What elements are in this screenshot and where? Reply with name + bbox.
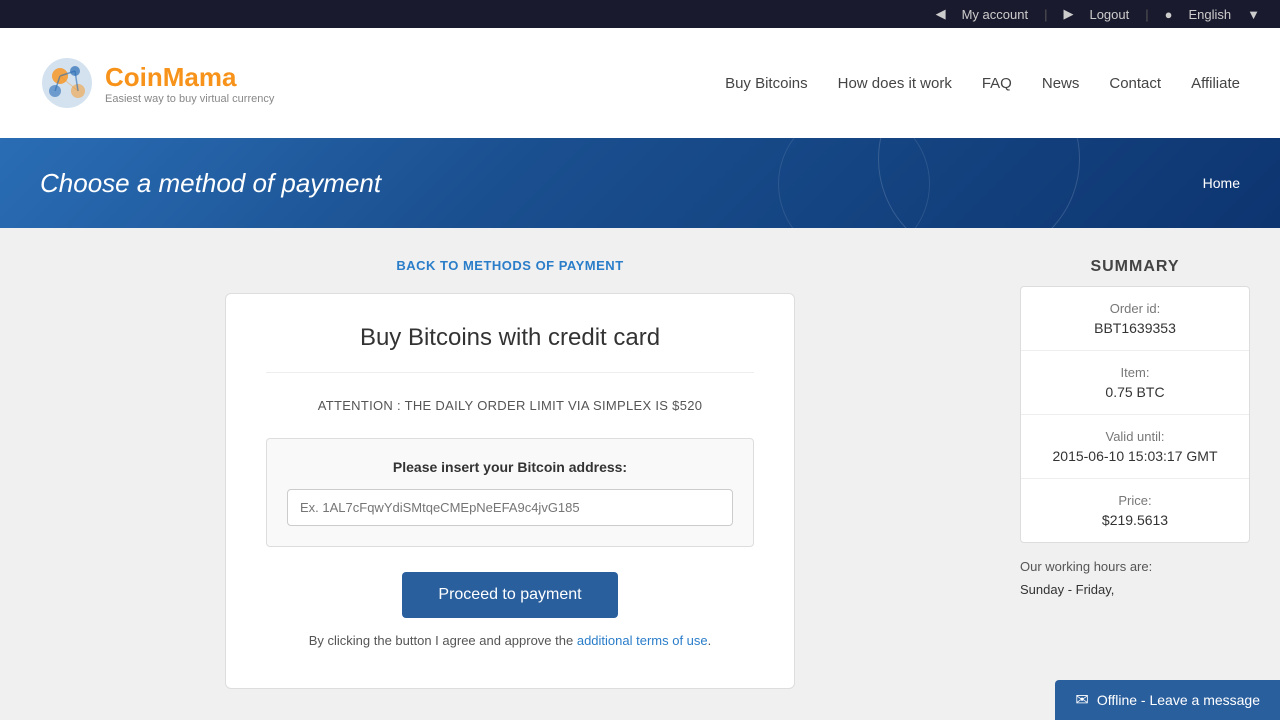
payment-heading: Buy Bitcoins with credit card	[266, 324, 754, 373]
nav-faq[interactable]: FAQ	[982, 75, 1012, 92]
globe-icon: ●	[1165, 7, 1173, 22]
proceed-to-payment-button[interactable]: Proceed to payment	[402, 572, 617, 618]
terms-link[interactable]: additional terms of use	[577, 633, 708, 648]
language-select[interactable]: English	[1188, 7, 1231, 22]
main-content: BACK TO METHODS OF PAYMENT Buy Bitcoins …	[10, 228, 1270, 719]
price-row: Price: $219.5613	[1021, 479, 1249, 542]
order-id-value: BBT1639353	[1037, 320, 1233, 336]
valid-until-row: Valid until: 2015-06-10 15:03:17 GMT	[1021, 415, 1249, 479]
item-value: 0.75 BTC	[1037, 384, 1233, 400]
address-box: Please insert your Bitcoin address:	[266, 438, 754, 547]
bitcoin-address-input[interactable]	[287, 489, 733, 526]
attention-notice: ATTENTION : THE DAILY ORDER LIMIT VIA SI…	[266, 398, 754, 413]
separator-1: |	[1044, 7, 1047, 22]
separator-2: |	[1145, 7, 1148, 22]
terms-prefix: By clicking the button I agree and appro…	[309, 633, 577, 648]
payment-card: Buy Bitcoins with credit card ATTENTION …	[225, 293, 795, 689]
logout-icon: ▶	[1063, 6, 1073, 22]
nav-news[interactable]: News	[1042, 75, 1080, 92]
price-label: Price:	[1037, 493, 1233, 508]
chat-icon: ✉	[1075, 690, 1088, 710]
back-to-methods-link[interactable]: BACK TO METHODS OF PAYMENT	[396, 258, 623, 273]
valid-until-value: 2015-06-10 15:03:17 GMT	[1037, 448, 1233, 464]
header: CoinMama Easiest way to buy virtual curr…	[0, 28, 1280, 138]
nav-contact[interactable]: Contact	[1109, 75, 1161, 92]
working-hours: Our working hours are: Sunday - Friday,	[1020, 559, 1250, 597]
content-area: BACK TO METHODS OF PAYMENT Buy Bitcoins …	[30, 258, 990, 689]
order-id-label: Order id:	[1037, 301, 1233, 316]
working-hours-title: Our working hours are:	[1020, 559, 1250, 574]
logo-coin: Coin	[105, 62, 163, 92]
logo[interactable]: CoinMama Easiest way to buy virtual curr…	[40, 56, 274, 111]
logo-mama: Mama	[163, 62, 237, 92]
summary-box: Order id: BBT1639353 Item: 0.75 BTC Vali…	[1020, 286, 1250, 543]
logo-icon	[40, 56, 95, 111]
nav-buy-bitcoins[interactable]: Buy Bitcoins	[725, 75, 808, 92]
item-label: Item:	[1037, 365, 1233, 380]
valid-until-label: Valid until:	[1037, 429, 1233, 444]
logo-text: CoinMama Easiest way to buy virtual curr…	[105, 62, 274, 105]
sidebar: SUMMARY Order id: BBT1639353 Item: 0.75 …	[1020, 258, 1250, 601]
logo-name: CoinMama	[105, 62, 274, 93]
main-nav: Buy Bitcoins How does it work FAQ News C…	[725, 75, 1240, 92]
offline-chat-label: Offline - Leave a message	[1097, 692, 1260, 708]
order-id-row: Order id: BBT1639353	[1021, 287, 1249, 351]
my-account-link[interactable]: My account	[962, 7, 1028, 22]
hero-banner: Choose a method of payment Home	[0, 138, 1280, 228]
terms-text: By clicking the button I agree and appro…	[266, 633, 754, 648]
offline-chat-button[interactable]: ✉ Offline - Leave a message	[1055, 680, 1280, 720]
logo-tagline: Easiest way to buy virtual currency	[105, 93, 274, 105]
item-row: Item: 0.75 BTC	[1021, 351, 1249, 415]
logout-link[interactable]: Logout	[1089, 7, 1129, 22]
terms-end: .	[708, 633, 712, 648]
top-bar: ◀ My account | ▶ Logout | ● English ▼	[0, 0, 1280, 28]
price-value: $219.5613	[1037, 512, 1233, 528]
chevron-down-icon: ▼	[1247, 7, 1260, 22]
breadcrumb[interactable]: Home	[1203, 175, 1240, 191]
summary-title: SUMMARY	[1020, 258, 1250, 276]
hours-row: Sunday - Friday,	[1020, 582, 1250, 597]
nav-affiliate[interactable]: Affiliate	[1191, 75, 1240, 92]
nav-how-it-works[interactable]: How does it work	[838, 75, 952, 92]
page-title: Choose a method of payment	[40, 168, 381, 199]
person-icon: ◀	[936, 6, 946, 22]
address-label: Please insert your Bitcoin address:	[287, 459, 733, 475]
